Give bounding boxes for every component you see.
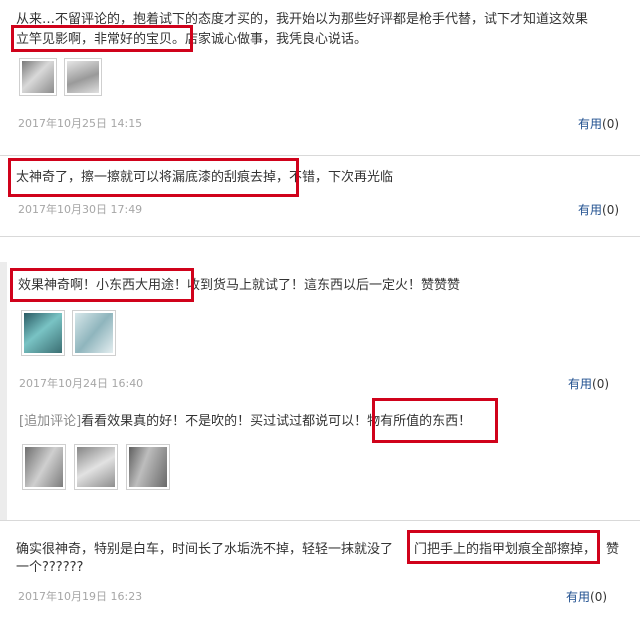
divider [0, 236, 640, 237]
review-text: 确实很神奇，特别是白车，时间长了水垢洗不掉，轻轻一抹就没了 [16, 542, 394, 557]
useful-label: 有用 [578, 117, 603, 131]
useful-button[interactable]: 有用(0) [568, 375, 609, 392]
useful-button[interactable]: 有用(0) [578, 201, 619, 218]
review-date: 2017年10月25日 14:15 [18, 117, 143, 130]
review-photo-thumb[interactable] [19, 58, 57, 96]
review-card: 效果神奇啊！小东西大用途！收到货马上就试了！這东西以后一定火！赞赞赞 2017年… [8, 248, 640, 508]
review-date: 2017年10月30日 17:49 [18, 203, 143, 216]
useful-count: (0) [602, 117, 620, 131]
photo-image [129, 447, 167, 487]
review-photo-thumb[interactable] [126, 444, 170, 490]
review-card: 从来…不留评论的，抱着试下的态度才买的，我开始以为那些好评都是枪手代替，试下才知… [0, 0, 640, 140]
useful-button[interactable]: 有用(0) [566, 588, 607, 605]
review-text: 不错，下次再光临 [289, 170, 394, 185]
photo-image [77, 447, 115, 487]
useful-label: 有用 [578, 203, 603, 217]
review-photo-thumb[interactable] [74, 444, 118, 490]
followup-tag: [追加评论] [19, 414, 82, 429]
scroll-edge [0, 262, 7, 520]
useful-count: (0) [592, 377, 610, 391]
review-date: 2017年10月19日 16:23 [18, 590, 143, 603]
followup-text: 看看效果真的好！不是吹的！买过试过都说可以！ [81, 414, 368, 429]
review-photo-thumb[interactable] [22, 444, 66, 490]
useful-count: (0) [590, 590, 608, 604]
photo-image [75, 313, 113, 353]
photo-image [25, 447, 63, 487]
highlight-box [11, 25, 193, 52]
review-text-line: 确实很神奇，特别是白车，时间长了水垢洗不掉，轻轻一抹就没了 [16, 540, 393, 560]
review-card: 太神奇了，擦一擦就可以将漏底漆的刮痕去掉，不错，下次再光临 2017年10月30… [0, 156, 640, 226]
review-card: 确实很神奇，特别是白车，时间长了水垢洗不掉，轻轻一抹就没了 门把手上的指甲划痕全… [0, 521, 640, 640]
review-text: 店家诚心做事，我凭良心说话。 [185, 32, 368, 47]
useful-label: 有用 [568, 377, 593, 391]
review-photo-thumb[interactable] [21, 310, 65, 356]
highlight-box [10, 268, 194, 302]
review-text: 赞 [606, 542, 620, 557]
highlight-box [8, 158, 299, 197]
highlight-box [407, 530, 600, 564]
review-date: 2017年10月24日 16:40 [19, 377, 144, 390]
useful-count: (0) [602, 203, 620, 217]
photo-image [22, 61, 54, 93]
photo-image [24, 313, 62, 353]
review-photo-thumb[interactable] [64, 58, 102, 96]
review-photo-thumb[interactable] [72, 310, 116, 356]
useful-label: 有用 [566, 590, 591, 604]
photo-image [67, 61, 99, 93]
review-text: 收到货马上就试了！這东西以后一定火！赞赞赞 [187, 278, 461, 293]
review-text-line: 一个?????? [16, 560, 84, 575]
useful-button[interactable]: 有用(0) [578, 115, 619, 132]
highlight-box [372, 398, 498, 443]
